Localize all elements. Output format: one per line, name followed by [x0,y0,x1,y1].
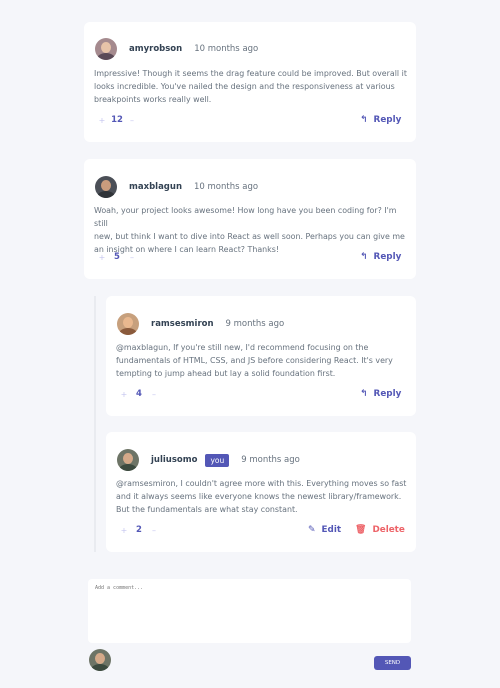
username: amyrobson [129,44,183,54]
reply-icon: ↰ [360,389,368,399]
vote-counter: + 12 – [97,115,137,125]
avatar [95,38,117,60]
username: ramsesmiron [151,319,214,329]
trash-icon: 🗑 [355,525,367,535]
vote-counter: + 5 – [97,252,137,262]
minus-icon[interactable]: – [127,116,137,125]
score: 4 [136,389,142,399]
reply-button[interactable]: ↰ Reply [360,252,401,262]
reply-text: @ramsesmiron, I couldn't agree more with… [116,479,407,514]
comment-input[interactable] [88,579,411,643]
minus-icon[interactable]: – [127,253,137,262]
score: 12 [111,115,123,125]
reply-button[interactable]: ↰ Reply [360,389,401,399]
vote-counter: + 2 – [119,525,159,535]
comment-card: maxblagun 10 months ago Woah, your proje… [84,159,416,279]
reply-thread-line [94,296,96,552]
score: 2 [136,525,142,535]
plus-icon[interactable]: + [97,253,107,262]
reply-icon: ↰ [360,252,368,262]
username: maxblagun [129,182,182,192]
username: juliusomo [151,455,198,465]
edit-button[interactable]: ✎ Edit [308,525,341,535]
reply-text: @maxblagun, If you're still new, I'd rec… [116,343,393,378]
comment-card: amyrobson 10 months ago Impressive! Thou… [84,22,416,142]
reply-icon: ↰ [360,115,368,125]
timestamp: 9 months ago [241,455,300,465]
reply-card-own: juliusomo you 9 months ago @ramsesmiron,… [106,432,416,552]
score: 5 [114,252,120,262]
send-button[interactable]: SEND [374,656,411,670]
delete-button[interactable]: 🗑 Delete [355,525,405,535]
plus-icon[interactable]: + [97,116,107,125]
avatar [95,176,117,198]
avatar [117,313,139,335]
vote-counter: + 4 – [119,389,159,399]
minus-icon[interactable]: – [149,526,159,535]
minus-icon[interactable]: – [149,390,159,399]
avatar [117,449,139,471]
current-user-avatar [89,649,111,671]
timestamp: 10 months ago [194,44,259,54]
you-badge: you [205,453,230,467]
plus-icon[interactable]: + [119,526,129,535]
comment-text: Woah, your project looks awesome! How lo… [94,206,405,254]
reply-button[interactable]: ↰ Reply [360,115,401,125]
comment-text: Impressive! Though it seems the drag fea… [94,69,407,104]
timestamp: 9 months ago [225,319,285,329]
plus-icon[interactable]: + [119,390,129,399]
pencil-icon: ✎ [308,525,316,535]
timestamp: 10 months ago [194,182,259,192]
reply-card: ramsesmiron 9 months ago @maxblagun, If … [106,296,416,416]
